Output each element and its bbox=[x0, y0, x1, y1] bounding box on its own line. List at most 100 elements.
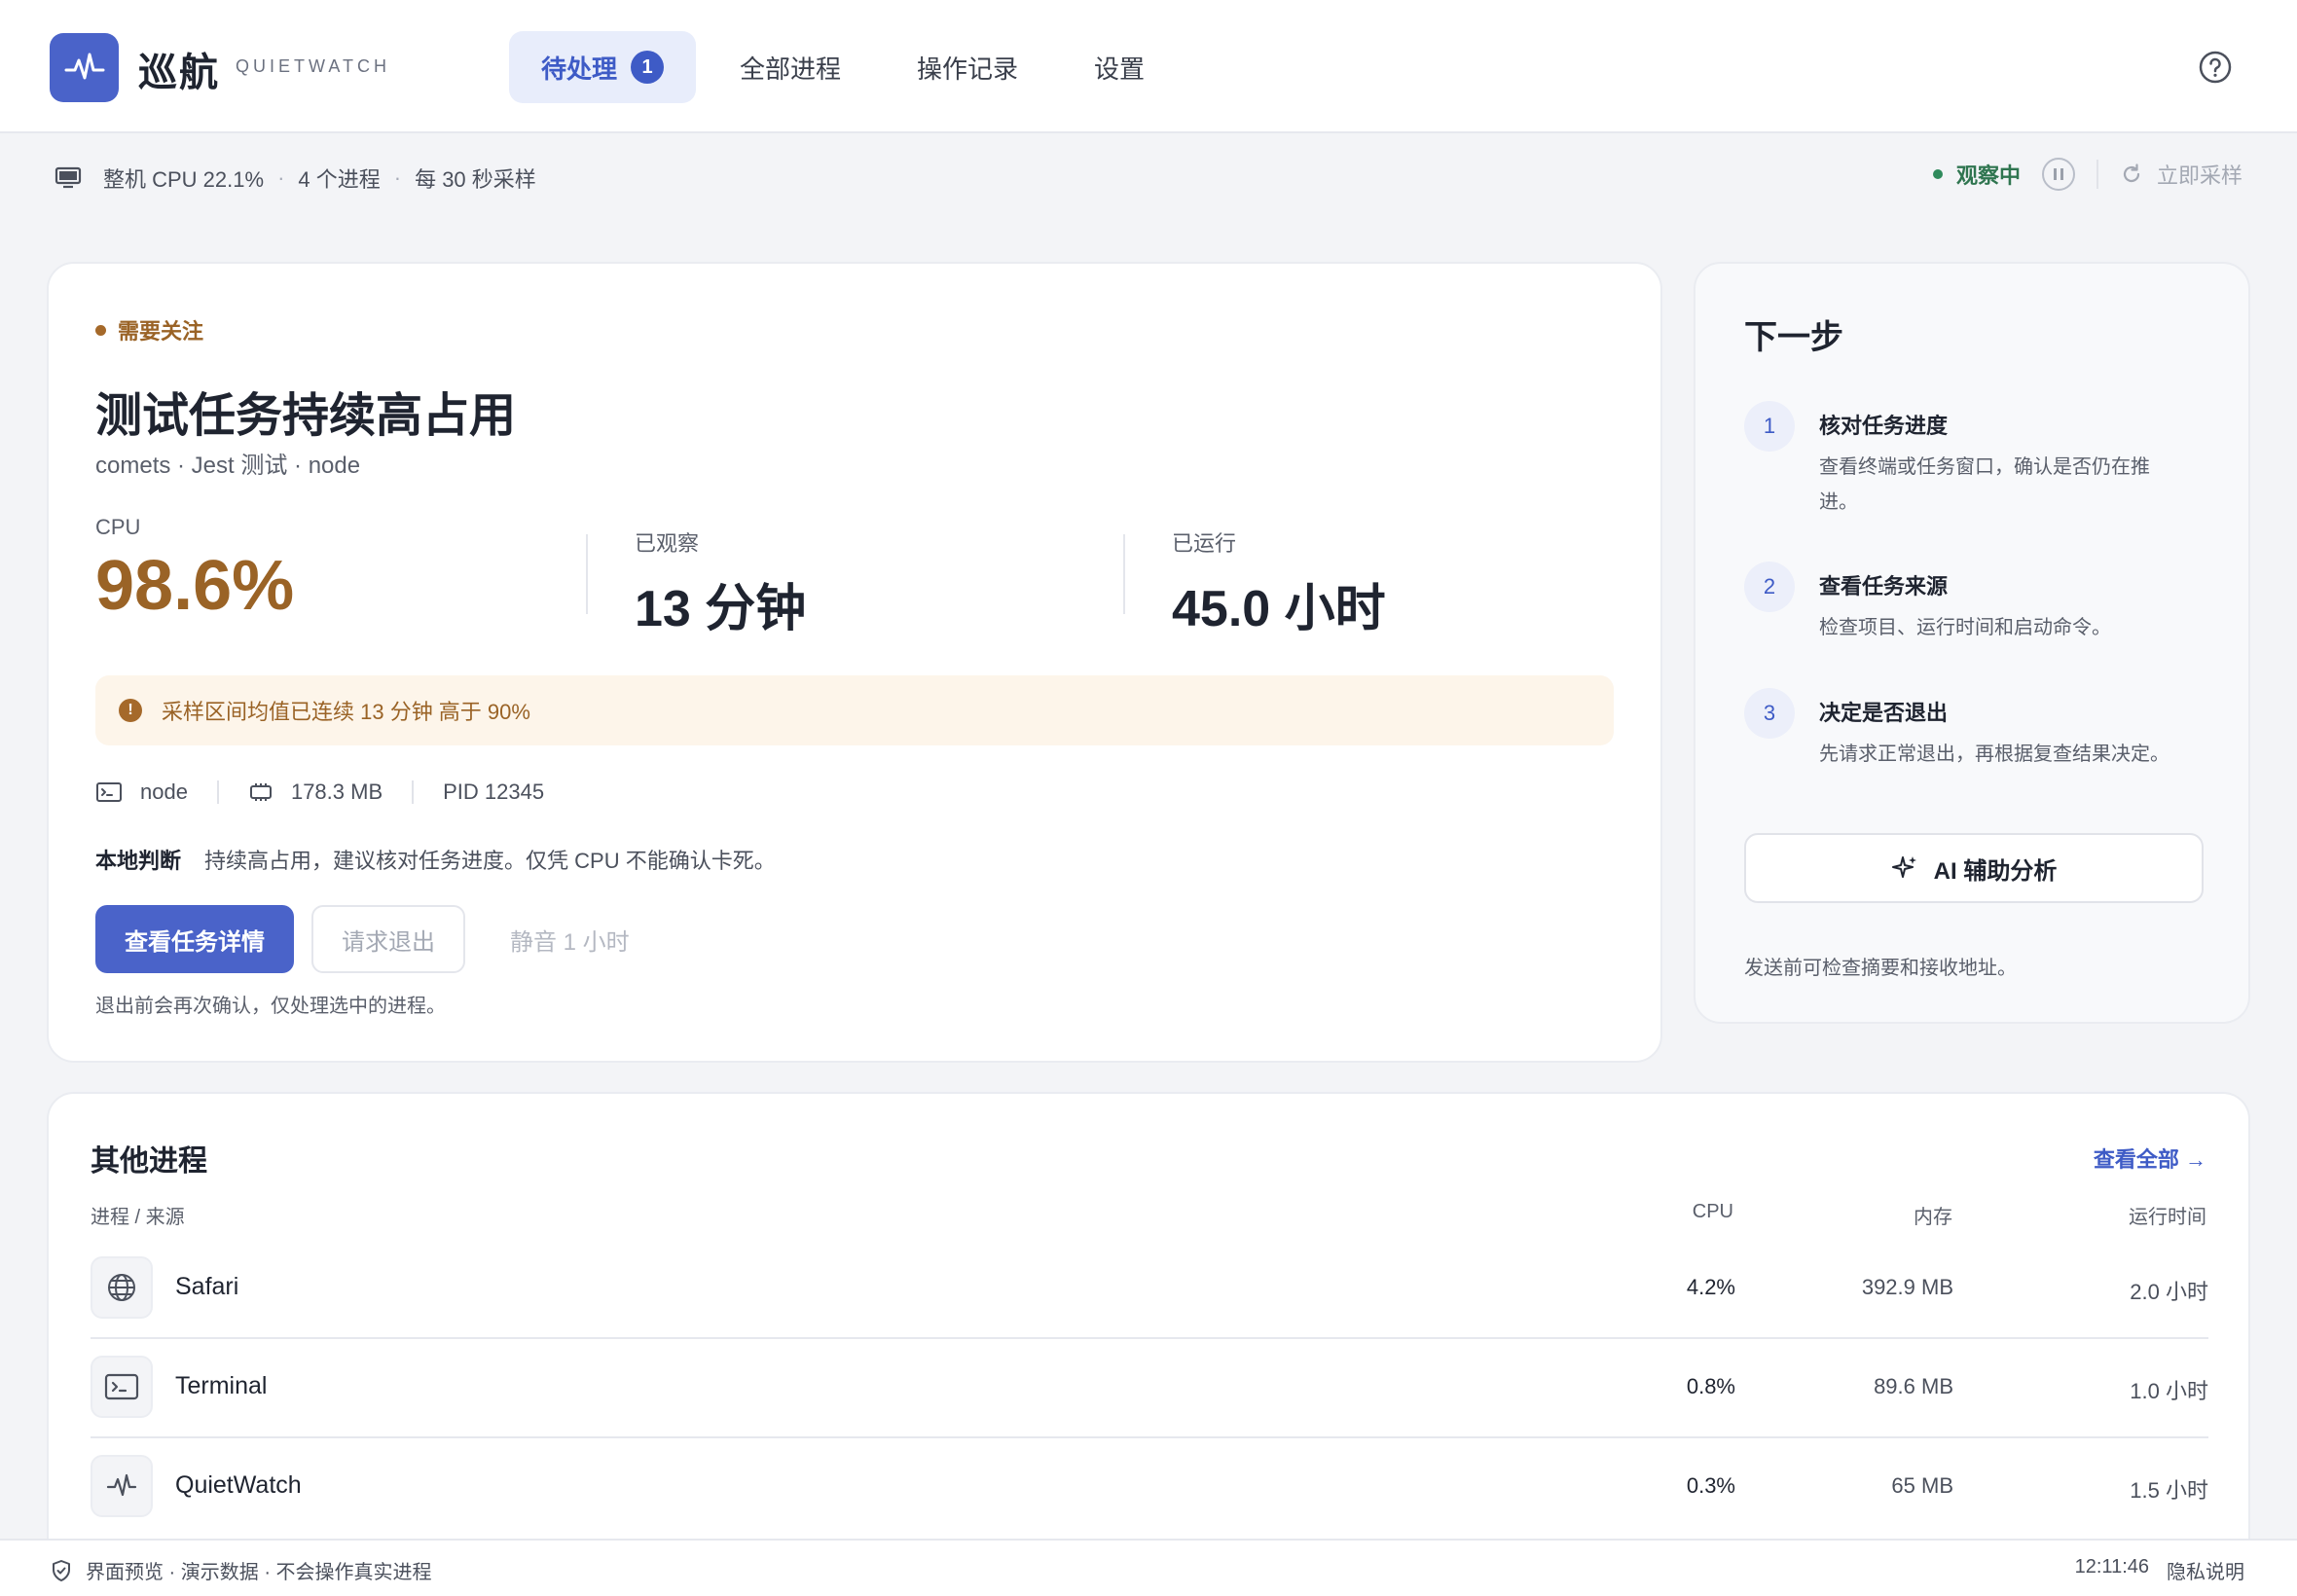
step-title: 决定是否退出 bbox=[1819, 701, 1949, 725]
step-description: 检查项目、运行时间和启动命令。 bbox=[1819, 617, 2111, 638]
clock: 12:11:46 bbox=[2074, 1556, 2149, 1578]
process-name: Safari bbox=[175, 1273, 239, 1300]
col-header-uptime: 运行时间 bbox=[2129, 1207, 2206, 1228]
step-title: 核对任务进度 bbox=[1819, 414, 1949, 438]
next-steps-title: 下一步 bbox=[1744, 319, 1843, 356]
globe-icon bbox=[108, 1274, 135, 1301]
attention-card: 需要关注 测试任务持续高占用 comets · Jest 测试 · node C… bbox=[47, 262, 1662, 1063]
process-name: node bbox=[140, 780, 188, 804]
view-all-link[interactable]: 查看全部 → bbox=[2094, 1143, 2206, 1174]
local-judgement-text: 持续高占用，建议核对任务进度。仅凭 CPU 不能确认卡死。 bbox=[204, 849, 776, 873]
terminal-icon bbox=[104, 1373, 139, 1400]
step-number: 3 bbox=[1744, 688, 1795, 739]
attention-tag-label: 需要关注 bbox=[118, 319, 204, 344]
step-description: 先请求正常退出，再根据复查结果决定。 bbox=[1819, 744, 2169, 765]
process-name: Terminal bbox=[175, 1372, 268, 1399]
app-logo bbox=[50, 33, 119, 102]
pulse-icon bbox=[64, 53, 104, 79]
privacy-link[interactable]: 隐私说明 bbox=[2167, 1556, 2244, 1584]
step-title: 查看任务来源 bbox=[1819, 574, 1949, 598]
process-cpu: 0.3% bbox=[1686, 1473, 1735, 1498]
attention-tag: 需要关注 bbox=[95, 314, 203, 345]
monitor-icon bbox=[55, 166, 82, 189]
process-memory: 65 MB bbox=[1891, 1473, 1953, 1498]
ai-analysis-label: AI 辅助分析 bbox=[1933, 857, 2058, 885]
metric-observed: 已观察 13 分钟 bbox=[635, 526, 806, 640]
status-bar: 整机 CPU 22.1% · 4 个进程 · 每 30 秒采样 观察中 立即采样 bbox=[0, 135, 2297, 215]
app-name-en: QUIETWATCH bbox=[236, 56, 390, 76]
tab-pending-label: 待处理 bbox=[541, 54, 618, 84]
process-memory: 178.3 MB bbox=[290, 780, 383, 804]
process-count: 4 个进程 bbox=[298, 167, 381, 192]
process-memory: 89.6 MB bbox=[1874, 1374, 1953, 1398]
watching-indicator-dot bbox=[1932, 169, 1943, 179]
local-judgement: 本地判断 持续高占用，建议核对任务进度。仅凭 CPU 不能确认卡死。 bbox=[95, 844, 776, 875]
pause-button[interactable] bbox=[2041, 158, 2075, 191]
alert-title: 测试任务持续高占用 bbox=[95, 390, 517, 442]
col-header-memory: 内存 bbox=[1914, 1207, 1952, 1228]
metric-cpu-value: 98.6% bbox=[95, 547, 295, 625]
tab-settings[interactable]: 设置 bbox=[1062, 31, 1177, 103]
tab-history[interactable]: 操作记录 bbox=[885, 31, 1050, 103]
request-quit-button[interactable]: 请求退出 bbox=[311, 905, 465, 973]
metric-uptime-value: 45.0 小时 bbox=[1172, 581, 1386, 637]
local-judgement-label: 本地判断 bbox=[95, 849, 182, 873]
process-uptime: 2.0 小时 bbox=[2130, 1280, 2208, 1304]
metric-observed-label: 已观察 bbox=[635, 531, 700, 556]
sample-now-label: 立即采样 bbox=[2156, 163, 2242, 188]
main-nav: 待处理 1 全部进程 操作记录 设置 bbox=[509, 31, 1188, 103]
step-number: 2 bbox=[1744, 562, 1795, 612]
next-steps-card: 下一步 1 核对任务进度 查看终端或任务窗口，确认是否仍在推进。 2 查看任务来… bbox=[1694, 262, 2250, 1024]
metric-cpu: CPU 98.6% bbox=[95, 515, 294, 626]
step-description: 查看终端或任务窗口，确认是否仍在推进。 bbox=[1819, 456, 2150, 513]
other-processes-title: 其他进程 bbox=[91, 1145, 207, 1178]
metric-cpu-label: CPU bbox=[95, 515, 141, 539]
app-name: 巡航 bbox=[138, 52, 220, 94]
col-header-name: 进程 / 来源 bbox=[91, 1207, 185, 1228]
refresh-icon bbox=[2123, 163, 2140, 183]
metric-uptime: 已运行 45.0 小时 bbox=[1172, 526, 1386, 640]
tab-all-processes[interactable]: 全部进程 bbox=[708, 31, 873, 103]
table-row[interactable]: Safari 4.2% 392.9 MB 2.0 小时 bbox=[91, 1240, 2208, 1339]
process-name: QuietWatch bbox=[175, 1471, 302, 1499]
system-cpu: 整机 CPU 22.1% bbox=[103, 167, 265, 192]
metric-observed-value: 13 分钟 bbox=[635, 581, 807, 637]
view-task-details-button[interactable]: 查看任务详情 bbox=[95, 905, 294, 973]
sample-now-button[interactable]: 立即采样 bbox=[2120, 159, 2242, 190]
other-processes-card: 其他进程 查看全部 → 进程 / 来源 CPU 内存 运行时间 Safari 4… bbox=[47, 1092, 2250, 1596]
process-cpu: 0.8% bbox=[1686, 1374, 1735, 1398]
terminal-icon bbox=[96, 782, 122, 802]
process-pid: PID 12345 bbox=[443, 780, 545, 804]
watching-status: 观察中 bbox=[1955, 163, 2021, 188]
pause-icon bbox=[2053, 168, 2063, 180]
threshold-warning-text: 采样区间均值已连续 13 分钟 高于 90% bbox=[162, 700, 530, 724]
ai-analysis-button[interactable]: AI 辅助分析 bbox=[1744, 833, 2204, 903]
step-number: 1 bbox=[1744, 401, 1795, 452]
threshold-warning: ! 采样区间均值已连续 13 分钟 高于 90% bbox=[95, 675, 1614, 745]
tab-pending[interactable]: 待处理 1 bbox=[509, 31, 697, 103]
process-uptime: 1.0 小时 bbox=[2130, 1379, 2208, 1403]
mute-one-hour-button[interactable]: 静音 1 小时 bbox=[510, 905, 630, 973]
ai-privacy-note: 发送前可检查摘要和接收地址。 bbox=[1744, 958, 2017, 979]
process-meta: node 178.3 MB PID 12345 bbox=[95, 780, 544, 805]
col-header-cpu: CPU bbox=[1692, 1201, 1733, 1222]
pulse-icon bbox=[106, 1473, 137, 1497]
memory-chip-icon bbox=[249, 783, 272, 801]
sample-interval: 每 30 秒采样 bbox=[415, 167, 536, 192]
footer: 界面预览 · 演示数据 · 不会操作真实进程 12:11:46 隐私说明 bbox=[0, 1539, 2297, 1596]
sparkle-icon bbox=[1891, 856, 1916, 878]
help-icon[interactable] bbox=[2199, 51, 2232, 84]
demo-notice: 界面预览 · 演示数据 · 不会操作真实进程 bbox=[86, 1562, 432, 1583]
shield-check-icon bbox=[53, 1559, 70, 1581]
process-cpu: 4.2% bbox=[1686, 1275, 1735, 1299]
alert-subtitle: comets · Jest 测试 · node bbox=[95, 453, 361, 479]
alert-icon: ! bbox=[119, 699, 142, 722]
quit-hint: 退出前会再次确认，仅处理选中的进程。 bbox=[95, 996, 446, 1017]
top-bar: 巡航 QUIETWATCH 待处理 1 全部进程 操作记录 设置 bbox=[0, 0, 2297, 133]
process-memory: 392.9 MB bbox=[1861, 1275, 1953, 1299]
table-row[interactable]: Terminal 0.8% 89.6 MB 1.0 小时 bbox=[91, 1339, 2208, 1438]
metric-uptime-label: 已运行 bbox=[1172, 531, 1237, 556]
pending-count-badge: 1 bbox=[631, 51, 665, 84]
process-uptime: 1.5 小时 bbox=[2130, 1478, 2208, 1503]
table-row[interactable]: QuietWatch 0.3% 65 MB 1.5 小时 bbox=[91, 1438, 2208, 1538]
